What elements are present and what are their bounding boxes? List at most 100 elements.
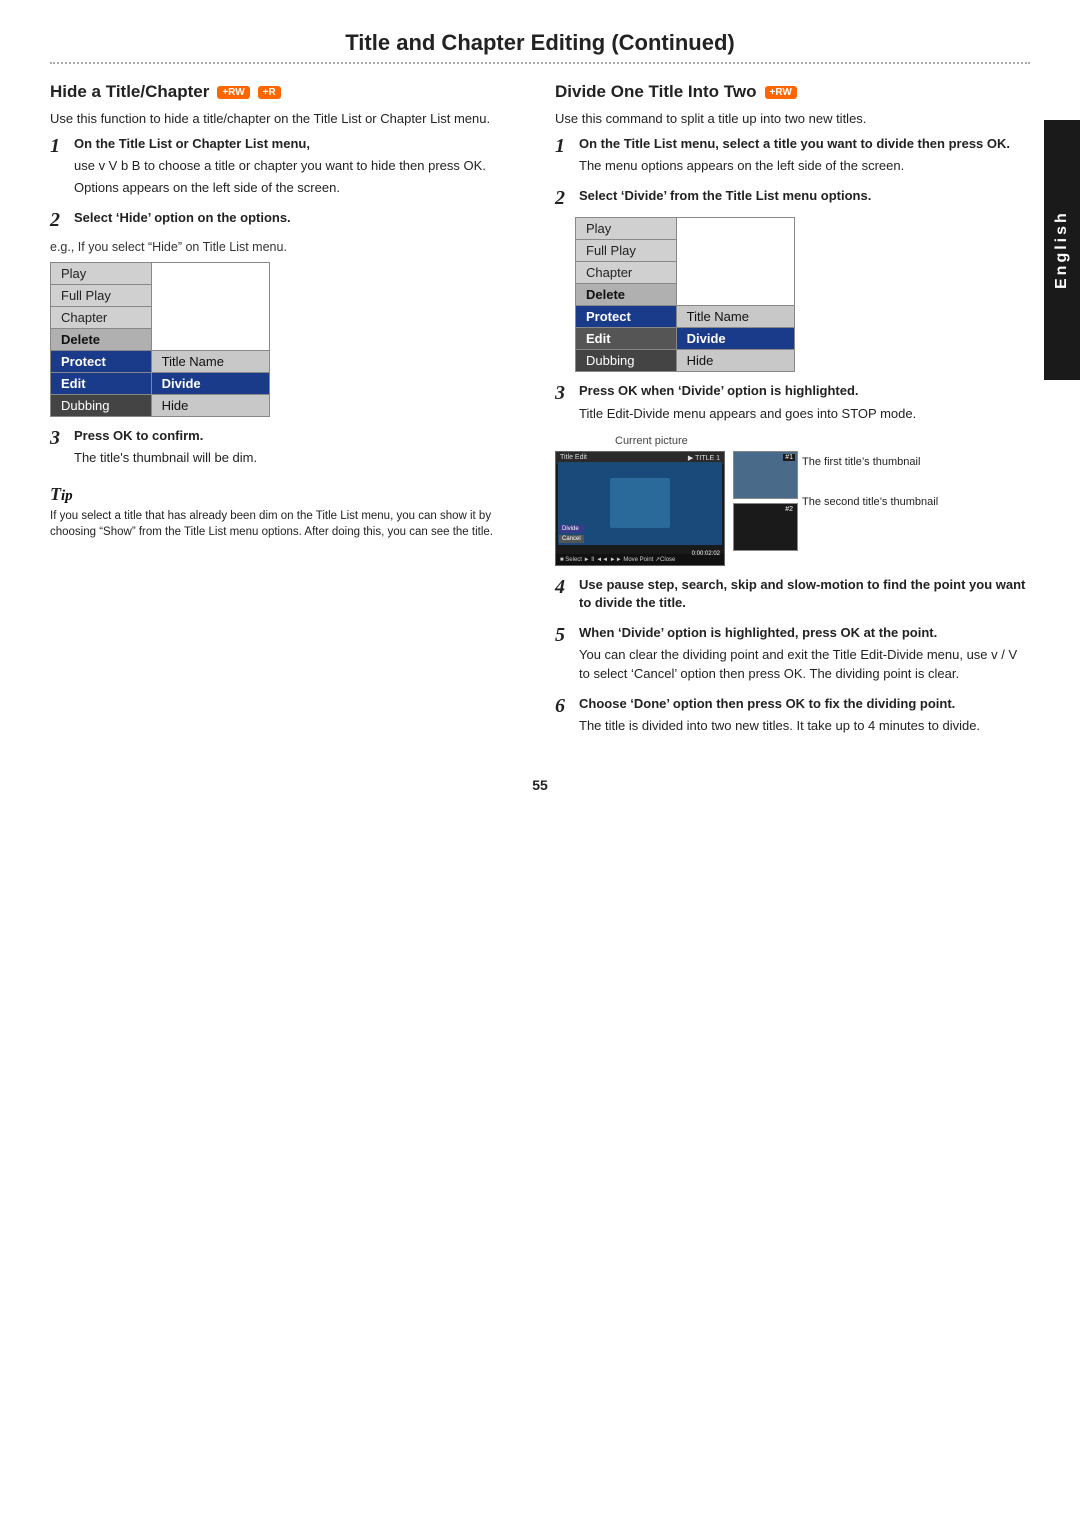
left-step2: 2 Select ‘Hide’ option on the options. bbox=[50, 209, 525, 231]
right-section-header: Divide One Title Into Two +RW bbox=[555, 82, 1030, 102]
right-menu-row-delete: Delete bbox=[576, 284, 795, 306]
right-menu-fullplay: Full Play bbox=[576, 240, 677, 262]
divide-main-screen: Title Edit ▶ TITLE 1 Divide Cancel bbox=[555, 451, 725, 566]
left-step2-num: 2 bbox=[50, 209, 68, 231]
right-menu-protect: Protect bbox=[576, 306, 677, 328]
left-menu-play: Play bbox=[51, 262, 152, 284]
left-eg-text: e.g., If you select “Hide” on Title List… bbox=[50, 240, 525, 254]
right-menu-divide-selected: Divide bbox=[676, 328, 794, 350]
left-step1-content: On the Title List or Chapter List menu, … bbox=[74, 135, 525, 202]
right-menu-row-dubbing: Dubbing Hide bbox=[576, 350, 795, 372]
right-menu-row-edit: Edit Divide bbox=[576, 328, 795, 350]
right-step6-bold: Choose ‘Done’ option then press OK to fi… bbox=[579, 696, 955, 711]
badge-rw-right: +RW bbox=[765, 86, 797, 99]
left-menu-fullplay: Full Play bbox=[51, 284, 152, 306]
left-menu-titlename: Title Name bbox=[151, 350, 269, 372]
page-number: 55 bbox=[50, 777, 1030, 793]
right-step4-bold: Use pause step, search, skip and slow-mo… bbox=[579, 577, 1025, 610]
left-menu-hide: Hide bbox=[151, 394, 269, 416]
left-menu-edit: Edit bbox=[51, 372, 152, 394]
right-menu-edit: Edit bbox=[576, 328, 677, 350]
right-step6-text: The title is divided into two new titles… bbox=[579, 717, 1030, 735]
left-step1-text: use v V b B to choose a title or chapter… bbox=[74, 157, 525, 175]
cancel-btn: Cancel bbox=[559, 535, 584, 543]
left-step1: 1 On the Title List or Chapter List menu… bbox=[50, 135, 525, 202]
left-step3-content: Press OK to confirm. The title's thumbna… bbox=[74, 427, 525, 471]
left-menu-table: Play Full Play Chapter Delete Protect Ti… bbox=[50, 262, 270, 417]
tip-t-label: T bbox=[50, 484, 61, 504]
tip-ip-label: ip bbox=[61, 488, 73, 504]
right-step3: 3 Press OK when ‘Divide’ option is highl… bbox=[555, 382, 1030, 426]
english-sidebar-label: English bbox=[1044, 120, 1080, 380]
first-thumb-label: The first title’s thumbnail bbox=[802, 455, 938, 469]
right-step6-num: 6 bbox=[555, 695, 573, 717]
thumb1: #1 bbox=[733, 451, 798, 499]
right-menu-row-play: Play bbox=[576, 218, 795, 240]
right-step5-text: You can clear the dividing point and exi… bbox=[579, 646, 1030, 682]
badge-r-left: +R bbox=[258, 86, 281, 99]
bottom-controls: ■ Select ► II ◄◄ ►► Move Point ↗Close bbox=[560, 557, 675, 563]
hide-title-chapter-heading: Hide a Title/Chapter bbox=[50, 82, 209, 102]
thumbnail-list: #1 #2 bbox=[733, 451, 798, 551]
left-step2-content: Select ‘Hide’ option on the options. bbox=[74, 209, 525, 231]
right-step6: 6 Choose ‘Done’ option then press OK to … bbox=[555, 695, 1030, 739]
divide-video-placeholder bbox=[610, 478, 670, 528]
right-step1-bold: On the Title List menu, select a title y… bbox=[579, 136, 1010, 151]
thumb2-num: #2 bbox=[783, 506, 795, 513]
left-step3-num: 3 bbox=[50, 427, 68, 449]
right-menu-row-chapter: Chapter bbox=[576, 262, 795, 284]
right-menu-dubbing: Dubbing bbox=[576, 350, 677, 372]
right-step5-content: When ‘Divide’ option is highlighted, pre… bbox=[579, 624, 1030, 687]
right-menu-table: Play Full Play Chapter Delete Protect Ti… bbox=[575, 217, 795, 372]
right-step2-content: Select ‘Divide’ from the Title List menu… bbox=[579, 187, 1030, 209]
right-step3-content: Press OK when ‘Divide’ option is highlig… bbox=[579, 382, 1030, 426]
right-step2: 2 Select ‘Divide’ from the Title List me… bbox=[555, 187, 1030, 209]
left-intro: Use this function to hide a title/chapte… bbox=[50, 110, 525, 129]
right-step5-num: 5 bbox=[555, 624, 573, 646]
left-menu-divide: Divide bbox=[151, 372, 269, 394]
current-picture-label: Current picture bbox=[615, 435, 1030, 447]
right-step5-bold: When ‘Divide’ option is highlighted, pre… bbox=[579, 625, 937, 640]
second-thumb-label: The second title’s thumbnail bbox=[802, 495, 938, 509]
divide-btn: Divide bbox=[559, 525, 584, 533]
left-menu-row-fullplay: Full Play bbox=[51, 284, 270, 306]
left-step1-sub: Options appears on the left side of the … bbox=[74, 179, 525, 197]
left-menu-row-protect: Protect Title Name bbox=[51, 350, 270, 372]
left-menu-row-dubbing: Dubbing Hide bbox=[51, 394, 270, 416]
left-tip: Tip If you select a title that has alrea… bbox=[50, 481, 525, 540]
right-step1-content: On the Title List menu, select a title y… bbox=[579, 135, 1030, 179]
left-menu-row-chapter: Chapter bbox=[51, 306, 270, 328]
right-menu-row-fullplay: Full Play bbox=[576, 240, 795, 262]
left-menu-dubbing: Dubbing bbox=[51, 394, 152, 416]
left-step3-text: The title's thumbnail will be dim. bbox=[74, 449, 525, 467]
divide-title-heading: Divide One Title Into Two bbox=[555, 82, 757, 102]
left-column: Hide a Title/Chapter +RW +R Use this fun… bbox=[50, 82, 525, 747]
thumb2: #2 bbox=[733, 503, 798, 551]
right-step4: 4 Use pause step, search, skip and slow-… bbox=[555, 576, 1030, 616]
left-menu-delete: Delete bbox=[51, 328, 152, 350]
right-menu-titlename: Title Name bbox=[676, 306, 794, 328]
right-menu-delete: Delete bbox=[576, 284, 677, 306]
screen-title-value: ▶ TITLE 1 bbox=[688, 454, 720, 462]
thumbnails-area: #1 #2 The first title’s thumbnail The se… bbox=[733, 451, 938, 551]
left-menu-chapter: Chapter bbox=[51, 306, 152, 328]
right-step4-content: Use pause step, search, skip and slow-mo… bbox=[579, 576, 1030, 616]
left-menu-protect: Protect bbox=[51, 350, 152, 372]
divide-illustration: Current picture Title Edit ▶ TITLE 1 bbox=[555, 435, 1030, 566]
left-menu-row-edit: Edit Divide bbox=[51, 372, 270, 394]
right-step3-text: Title Edit-Divide menu appears and goes … bbox=[579, 405, 1030, 423]
right-step1: 1 On the Title List menu, select a title… bbox=[555, 135, 1030, 179]
right-step6-content: Choose ‘Done’ option then press OK to fi… bbox=[579, 695, 1030, 739]
timecode: 0:00:02:02 bbox=[692, 551, 720, 557]
thumb1-num: #1 bbox=[783, 454, 795, 461]
right-column: Divide One Title Into Two +RW Use this c… bbox=[555, 82, 1030, 747]
right-menu-hide: Hide bbox=[676, 350, 794, 372]
left-step3-bold: Press OK to confirm. bbox=[74, 428, 203, 443]
right-intro: Use this command to split a title up int… bbox=[555, 110, 1030, 129]
right-step5: 5 When ‘Divide’ option is highlighted, p… bbox=[555, 624, 1030, 687]
right-menu-play: Play bbox=[576, 218, 677, 240]
left-step1-bold: On the Title List or Chapter List menu, bbox=[74, 136, 310, 151]
tip-text: If you select a title that has already b… bbox=[50, 508, 525, 540]
divide-screen-container: Title Edit ▶ TITLE 1 Divide Cancel bbox=[555, 451, 725, 566]
left-section-header: Hide a Title/Chapter +RW +R bbox=[50, 82, 525, 102]
